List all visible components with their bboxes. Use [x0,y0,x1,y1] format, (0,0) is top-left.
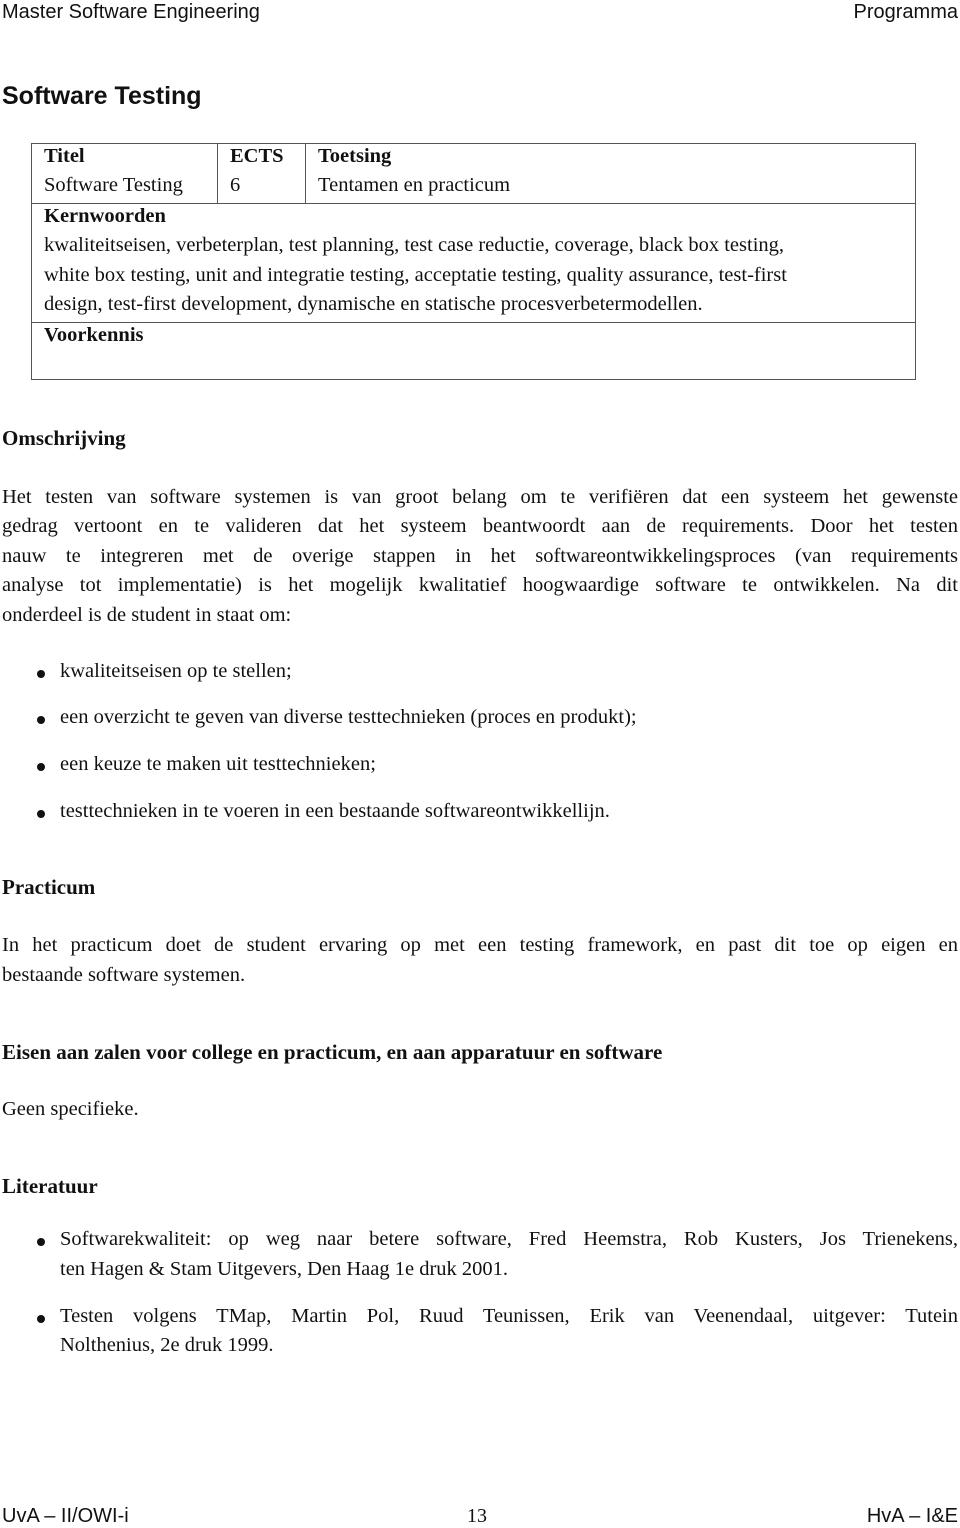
kernwoorden-label: Kernwoorden [44,205,166,227]
practicum-line: bestaande software systemen. [2,964,246,986]
literature-item-line: Testen volgens TMap, Martin Pol, Ruud Te… [60,1305,958,1327]
cell-toetsing: Toetsing Tentamen en practicum [306,144,915,203]
titel-label: Titel [44,145,85,167]
omschrijving-line: Het testen van software systemen is van … [2,486,958,508]
section-heading-omschrijving: Omschrijving [2,426,126,450]
practicum-line: In het practicum doet de student ervarin… [2,934,958,956]
literature-item-line: Nolthenius, 2e druk 1999. [60,1334,274,1356]
cell-ects: ECTS 6 [218,144,306,203]
bullet-icon [37,1315,45,1323]
omschrijving-line: nauw te integreren met de overige stappe… [2,545,958,567]
omschrijving-line: onderdeel is de student in staat om: [2,604,292,626]
voorkennis-label: Voorkennis [44,324,144,346]
section-heading-practicum: Practicum [2,875,96,899]
bullet-icon [37,763,45,771]
ects-value: 6 [230,174,241,196]
table-row-voorkennis: Voorkennis [32,323,915,380]
literature-item-line: Softwarekwaliteit: op weg naar betere so… [60,1228,958,1250]
footer-left: UvA – II/OWI-i [2,1505,129,1527]
eisen-text: Geen specifieke. [2,1098,139,1120]
running-header-right: Programma [853,1,958,23]
titel-value: Software Testing [44,174,183,196]
section-heading-literatuur: Literatuur [2,1174,98,1198]
kernwoorden-line: white box testing, unit and integratie t… [44,264,787,286]
ects-label: ECTS [230,145,284,167]
kernwoorden-line: kwaliteitseisen, verbeterplan, test plan… [44,234,785,256]
learning-goal-item: een keuze te maken uit testtechnieken; [60,753,376,775]
toetsing-value: Tentamen en practicum [318,174,511,196]
footer-right: HvA – I&E [866,1505,958,1527]
bullet-icon [37,810,45,818]
running-header-left: Master Software Engineering [2,1,260,23]
page-title: Software Testing [2,82,202,110]
course-info-table: Titel Software Testing ECTS 6 Toetsing T… [31,143,916,380]
learning-goal-item: testtechnieken in te voeren in een besta… [60,800,610,822]
kernwoorden-line: design, test-first development, dynamisc… [44,293,703,315]
omschrijving-line: gedrag vertoont en te valideren dat het … [2,515,958,537]
bullet-icon [37,716,45,724]
learning-goal-item: kwaliteitseisen op te stellen; [60,660,292,682]
section-heading-eisen: Eisen aan zalen voor college en practicu… [2,1040,663,1064]
bullet-icon [37,670,45,678]
table-row-kernwoorden: Kernwoorden kwaliteitseisen, verbeterpla… [32,204,915,323]
omschrijving-line: analyse tot implementatie) is het mogeli… [2,574,958,596]
learning-goal-item: een overzicht te geven van diverse testt… [60,706,637,728]
bullet-icon [37,1238,45,1246]
cell-titel: Titel Software Testing [32,144,218,203]
page-number: 13 [467,1505,487,1527]
table-row-summary: Titel Software Testing ECTS 6 Toetsing T… [32,144,915,204]
toetsing-label: Toetsing [318,145,392,167]
literature-item-line: ten Hagen & Stam Uitgevers, Den Haag 1e … [60,1258,509,1280]
